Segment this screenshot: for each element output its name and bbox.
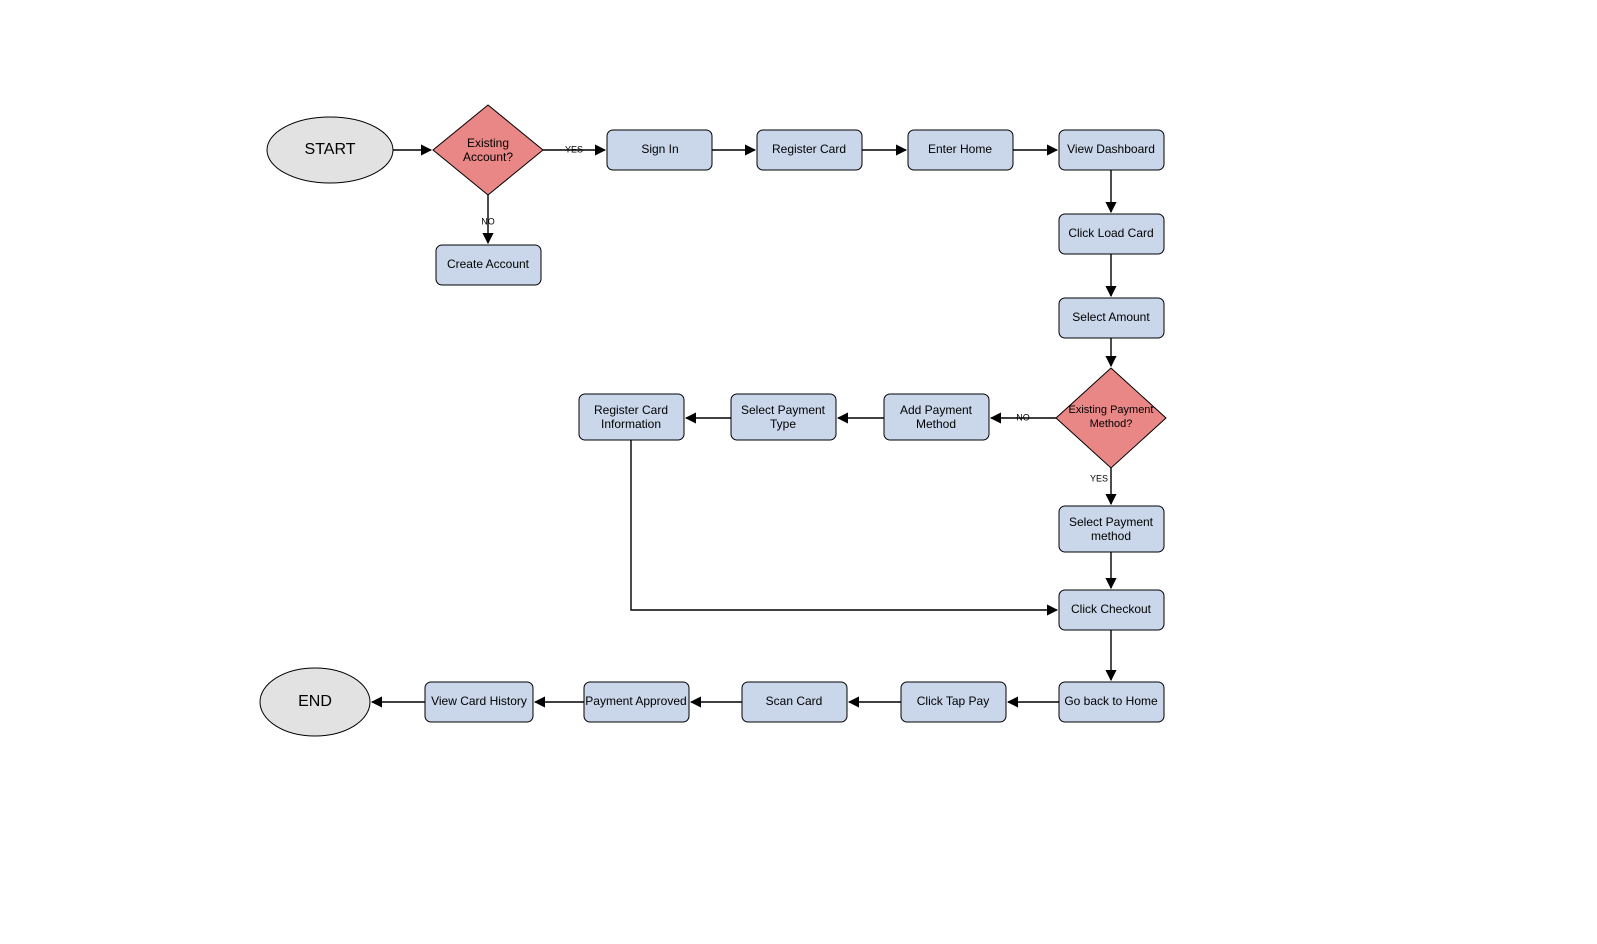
label-existing-payment-1: Existing Payment — [1069, 404, 1154, 416]
edge-label-no-2: NO — [1016, 412, 1030, 422]
label-end: END — [298, 693, 332, 710]
label-register-card-info-1: Register Card — [594, 403, 668, 417]
edge-label-yes-1: YES — [565, 144, 583, 154]
label-start: START — [305, 141, 356, 158]
label-select-payment-type-1: Select Payment — [741, 403, 826, 417]
label-create-account: Create Account — [447, 257, 530, 271]
label-add-payment-method-1: Add Payment — [900, 403, 973, 417]
edge-label-no-1: NO — [481, 216, 495, 226]
edge-label-yes-2: YES — [1090, 473, 1108, 483]
label-view-card-history: View Card History — [431, 694, 527, 708]
edge-registercardinfo-clickcheckout — [631, 440, 1057, 610]
label-enter-home: Enter Home — [928, 142, 992, 156]
label-existing-payment-2: Method? — [1090, 418, 1133, 430]
label-select-amount: Select Amount — [1072, 310, 1150, 324]
label-scan-card: Scan Card — [766, 694, 823, 708]
label-go-back-home: Go back to Home — [1064, 694, 1158, 708]
label-existing-account-2: Account? — [463, 150, 513, 164]
flowchart: START Existing Account? Existing Account… — [0, 0, 1597, 944]
label-select-payment-type-2: Type — [770, 417, 796, 431]
label-click-checkout: Click Checkout — [1071, 602, 1152, 616]
label-select-payment-method-1: Select Payment — [1069, 515, 1154, 529]
label-view-dashboard: View Dashboard — [1067, 142, 1155, 156]
label-payment-approved: Payment Approved — [585, 694, 686, 708]
label-add-payment-method-2: Method — [916, 417, 956, 431]
label-select-payment-method-2: method — [1091, 529, 1131, 543]
label-click-tap-pay: Click Tap Pay — [917, 694, 989, 708]
label-register-card-info-2: Information — [601, 417, 661, 431]
label-click-load-card: Click Load Card — [1068, 226, 1153, 240]
label-sign-in: Sign In — [641, 142, 678, 156]
label-register-card: Register Card — [772, 142, 846, 156]
label-existing-account-1: Existing — [467, 136, 509, 150]
